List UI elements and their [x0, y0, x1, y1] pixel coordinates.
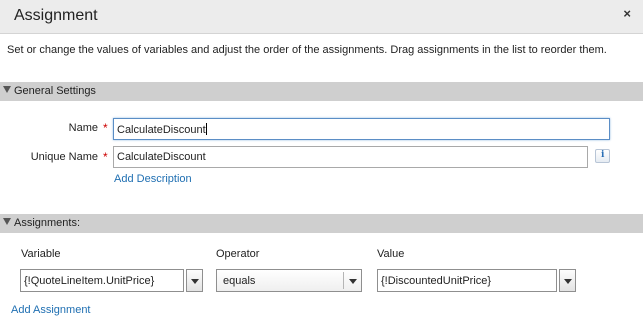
add-description-link[interactable]: Add Description	[114, 173, 192, 185]
variable-value: {!QuoteLineItem.UnitPrice}	[24, 275, 155, 287]
section-general-settings[interactable]: General Settings	[0, 82, 643, 101]
dialog-title: Assignment	[14, 7, 98, 24]
value-value: {!DiscountedUnitPrice}	[381, 275, 492, 287]
unique-name-field[interactable]: CalculateDiscount	[113, 146, 588, 168]
unique-name-label: Unique Name	[30, 151, 98, 163]
name-field-value: CalculateDiscount	[117, 124, 206, 136]
chevron-down-icon	[564, 279, 572, 284]
dialog-titlebar: Assignment ×	[0, 0, 643, 34]
info-icon[interactable]: i	[595, 149, 610, 163]
required-asterisk-icon: *	[103, 150, 108, 164]
name-field[interactable]: CalculateDiscount	[113, 118, 610, 140]
add-assignment-link[interactable]: Add Assignment	[11, 304, 91, 316]
chevron-down-icon	[191, 279, 199, 284]
value-dropdown-button[interactable]	[559, 269, 576, 292]
info-icon-glyph: i	[601, 150, 605, 160]
column-header-value: Value	[377, 248, 405, 260]
variable-combobox[interactable]: {!QuoteLineItem.UnitPrice}	[20, 269, 184, 292]
required-asterisk-icon: *	[103, 121, 108, 135]
chevron-down-icon	[349, 279, 357, 284]
collapse-triangle-icon[interactable]	[3, 218, 11, 225]
dialog-description: Set or change the values of variables an…	[7, 44, 607, 56]
operator-select[interactable]: equals	[216, 269, 362, 292]
operator-value: equals	[223, 275, 256, 287]
section-general-settings-label: General Settings	[14, 85, 96, 97]
column-header-variable: Variable	[21, 248, 61, 260]
value-combobox[interactable]: {!DiscountedUnitPrice}	[377, 269, 557, 292]
section-assignments[interactable]: Assignments:	[0, 214, 643, 233]
close-icon[interactable]: ×	[623, 6, 631, 21]
section-assignments-label: Assignments:	[14, 217, 81, 229]
column-header-operator: Operator	[216, 248, 260, 260]
unique-name-field-value: CalculateDiscount	[117, 151, 206, 163]
variable-dropdown-button[interactable]	[186, 269, 203, 292]
select-divider	[343, 272, 344, 289]
collapse-triangle-icon[interactable]	[3, 86, 11, 93]
name-label: Name	[68, 122, 98, 134]
text-cursor	[205, 123, 207, 135]
